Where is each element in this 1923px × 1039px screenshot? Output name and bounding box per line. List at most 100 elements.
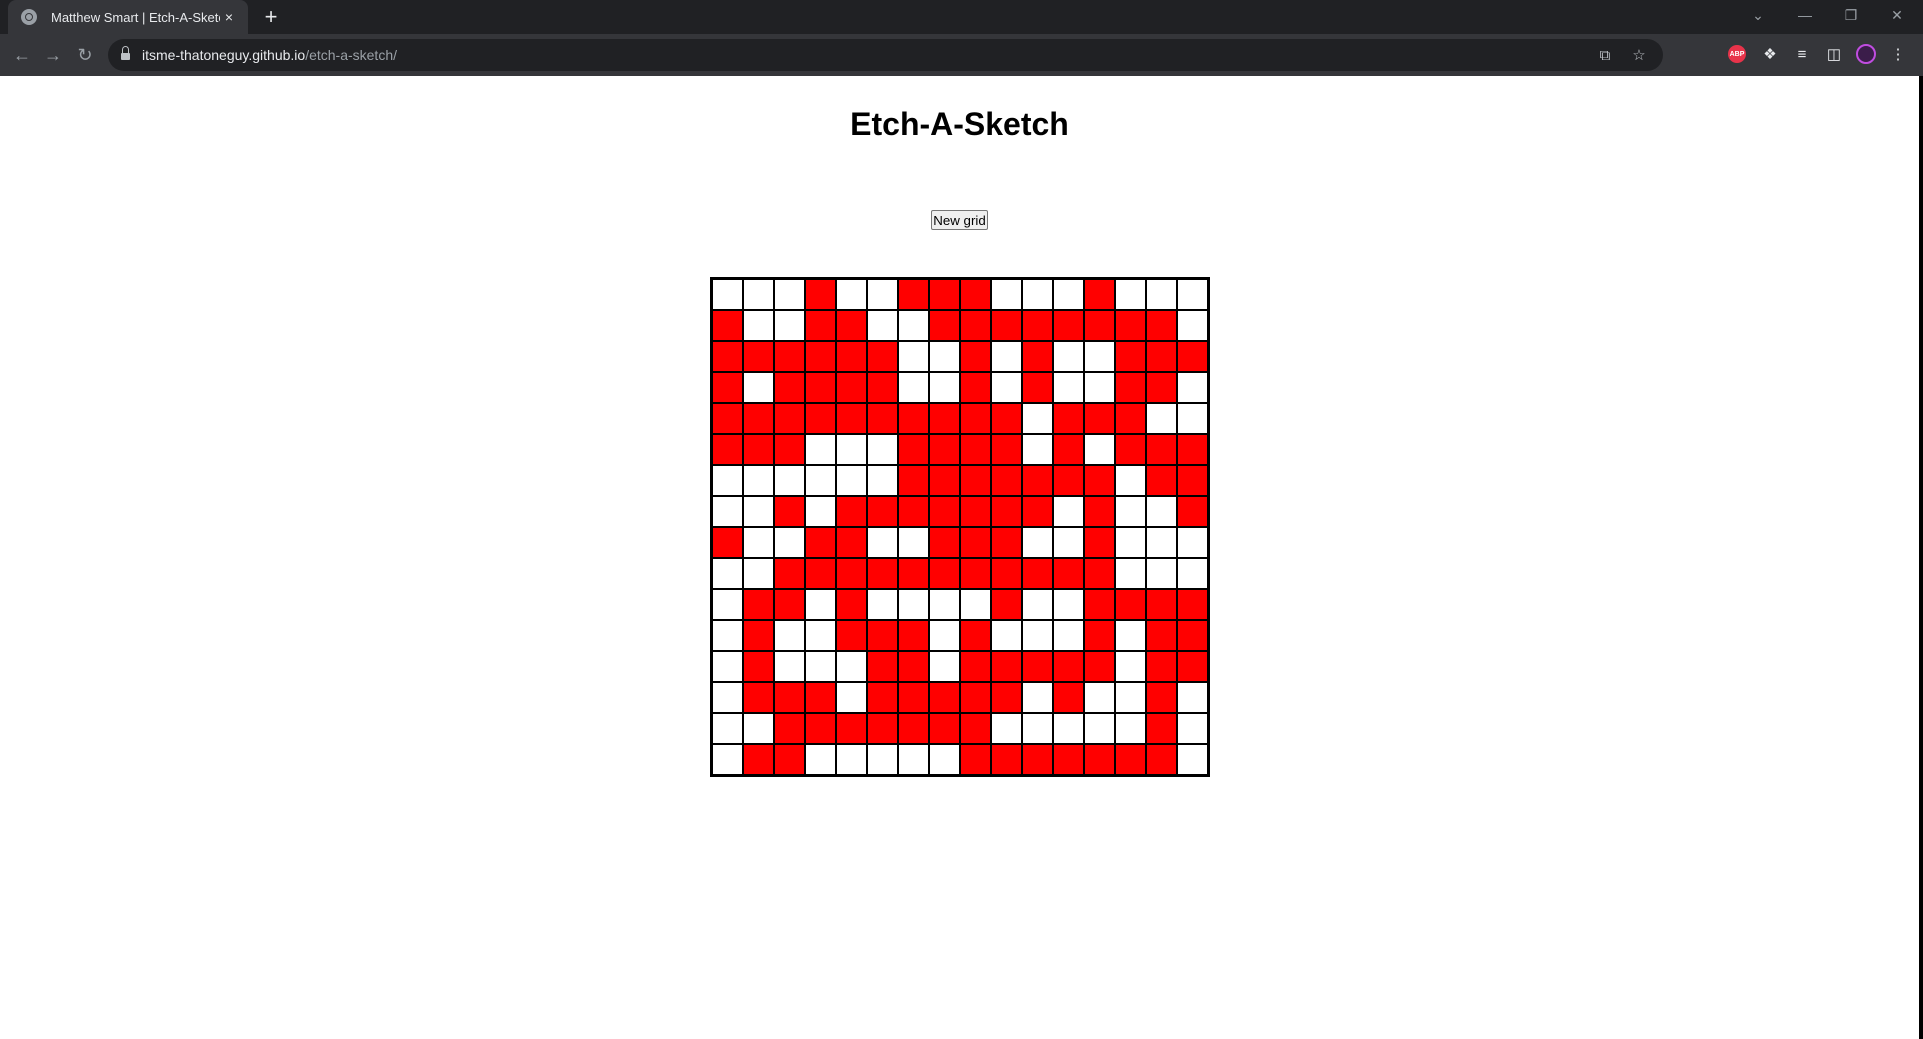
grid-cell[interactable]	[991, 310, 1022, 341]
grid-cell[interactable]	[774, 620, 805, 651]
grid-cell[interactable]	[1146, 279, 1177, 310]
grid-cell[interactable]	[1115, 589, 1146, 620]
grid-cell[interactable]	[1084, 558, 1115, 589]
grid-cell[interactable]	[898, 403, 929, 434]
url-text[interactable]: itsme-thatoneguy.github.io/etch-a-sketch…	[142, 47, 397, 63]
grid-cell[interactable]	[929, 496, 960, 527]
grid-cell[interactable]	[991, 713, 1022, 744]
grid-cell[interactable]	[1053, 589, 1084, 620]
grid-cell[interactable]	[774, 713, 805, 744]
grid-cell[interactable]	[1146, 713, 1177, 744]
grid-cell[interactable]	[1084, 527, 1115, 558]
grid-cell[interactable]	[774, 527, 805, 558]
grid-cell[interactable]	[743, 372, 774, 403]
grid-cell[interactable]	[836, 372, 867, 403]
grid-cell[interactable]	[836, 682, 867, 713]
grid-cell[interactable]	[836, 496, 867, 527]
grid-cell[interactable]	[805, 403, 836, 434]
grid-cell[interactable]	[712, 682, 743, 713]
grid-cell[interactable]	[929, 527, 960, 558]
grid-cell[interactable]	[743, 620, 774, 651]
grid-cell[interactable]	[1146, 527, 1177, 558]
grid-cell[interactable]	[898, 341, 929, 372]
lock-icon[interactable]	[121, 45, 130, 61]
grid-cell[interactable]	[929, 589, 960, 620]
grid-cell[interactable]	[1177, 713, 1208, 744]
back-icon[interactable]: ←	[10, 43, 34, 67]
grid-cell[interactable]	[1177, 744, 1208, 775]
side-panel-icon[interactable]: ◫	[1823, 43, 1845, 65]
grid-cell[interactable]	[960, 434, 991, 465]
grid-cell[interactable]	[929, 651, 960, 682]
grid-cell[interactable]	[805, 744, 836, 775]
grid-cell[interactable]	[836, 341, 867, 372]
grid-cell[interactable]	[712, 465, 743, 496]
grid-cell[interactable]	[1084, 713, 1115, 744]
grid-cell[interactable]	[1177, 434, 1208, 465]
bookmark-star-icon[interactable]: ☆	[1628, 44, 1650, 66]
new-tab-button[interactable]: +	[260, 6, 282, 28]
grid-cell[interactable]	[774, 403, 805, 434]
grid-cell[interactable]	[836, 651, 867, 682]
grid-cell[interactable]	[1022, 496, 1053, 527]
grid-cell[interactable]	[1084, 279, 1115, 310]
grid-cell[interactable]	[1115, 651, 1146, 682]
grid-cell[interactable]	[929, 341, 960, 372]
close-tab-icon[interactable]: ×	[220, 8, 238, 26]
grid-cell[interactable]	[774, 279, 805, 310]
grid-cell[interactable]	[743, 279, 774, 310]
grid-cell[interactable]	[743, 310, 774, 341]
grid-cell[interactable]	[1146, 310, 1177, 341]
grid-cell[interactable]	[743, 713, 774, 744]
grid-cell[interactable]	[960, 496, 991, 527]
grid-cell[interactable]	[1084, 465, 1115, 496]
grid-cell[interactable]	[929, 465, 960, 496]
grid-cell[interactable]	[898, 620, 929, 651]
grid-cell[interactable]	[929, 713, 960, 744]
grid-cell[interactable]	[774, 558, 805, 589]
grid-cell[interactable]	[898, 589, 929, 620]
grid-cell[interactable]	[1053, 713, 1084, 744]
grid-cell[interactable]	[805, 465, 836, 496]
grid-cell[interactable]	[991, 496, 1022, 527]
grid-cell[interactable]	[1053, 682, 1084, 713]
grid-cell[interactable]	[1146, 744, 1177, 775]
grid-cell[interactable]	[743, 434, 774, 465]
grid-cell[interactable]	[1022, 620, 1053, 651]
grid-cell[interactable]	[898, 527, 929, 558]
grid-cell[interactable]	[867, 713, 898, 744]
grid-cell[interactable]	[991, 527, 1022, 558]
grid-cell[interactable]	[805, 651, 836, 682]
grid-cell[interactable]	[1115, 434, 1146, 465]
grid-cell[interactable]	[1022, 527, 1053, 558]
grid-cell[interactable]	[743, 527, 774, 558]
grid-cell[interactable]	[1053, 403, 1084, 434]
grid-cell[interactable]	[1146, 434, 1177, 465]
grid-cell[interactable]	[1022, 434, 1053, 465]
grid-cell[interactable]	[805, 496, 836, 527]
grid-cell[interactable]	[805, 589, 836, 620]
grid-cell[interactable]	[960, 589, 991, 620]
grid-cell[interactable]	[712, 589, 743, 620]
grid-cell[interactable]	[1053, 279, 1084, 310]
grid-cell[interactable]	[712, 620, 743, 651]
grid-cell[interactable]	[743, 589, 774, 620]
grid-cell[interactable]	[929, 434, 960, 465]
grid-cell[interactable]	[867, 527, 898, 558]
grid-cell[interactable]	[1177, 496, 1208, 527]
reload-icon[interactable]: ↻	[73, 43, 97, 67]
grid-cell[interactable]	[1084, 372, 1115, 403]
grid-cell[interactable]	[712, 310, 743, 341]
restore-icon[interactable]: ❐	[1828, 0, 1874, 30]
grid-cell[interactable]	[1115, 682, 1146, 713]
grid-cell[interactable]	[1115, 496, 1146, 527]
grid-cell[interactable]	[929, 279, 960, 310]
grid-cell[interactable]	[960, 744, 991, 775]
grid-cell[interactable]	[1115, 620, 1146, 651]
grid-cell[interactable]	[1084, 651, 1115, 682]
grid-cell[interactable]	[1146, 341, 1177, 372]
grid-cell[interactable]	[774, 651, 805, 682]
grid-cell[interactable]	[991, 403, 1022, 434]
grid-cell[interactable]	[712, 279, 743, 310]
grid-cell[interactable]	[1053, 465, 1084, 496]
